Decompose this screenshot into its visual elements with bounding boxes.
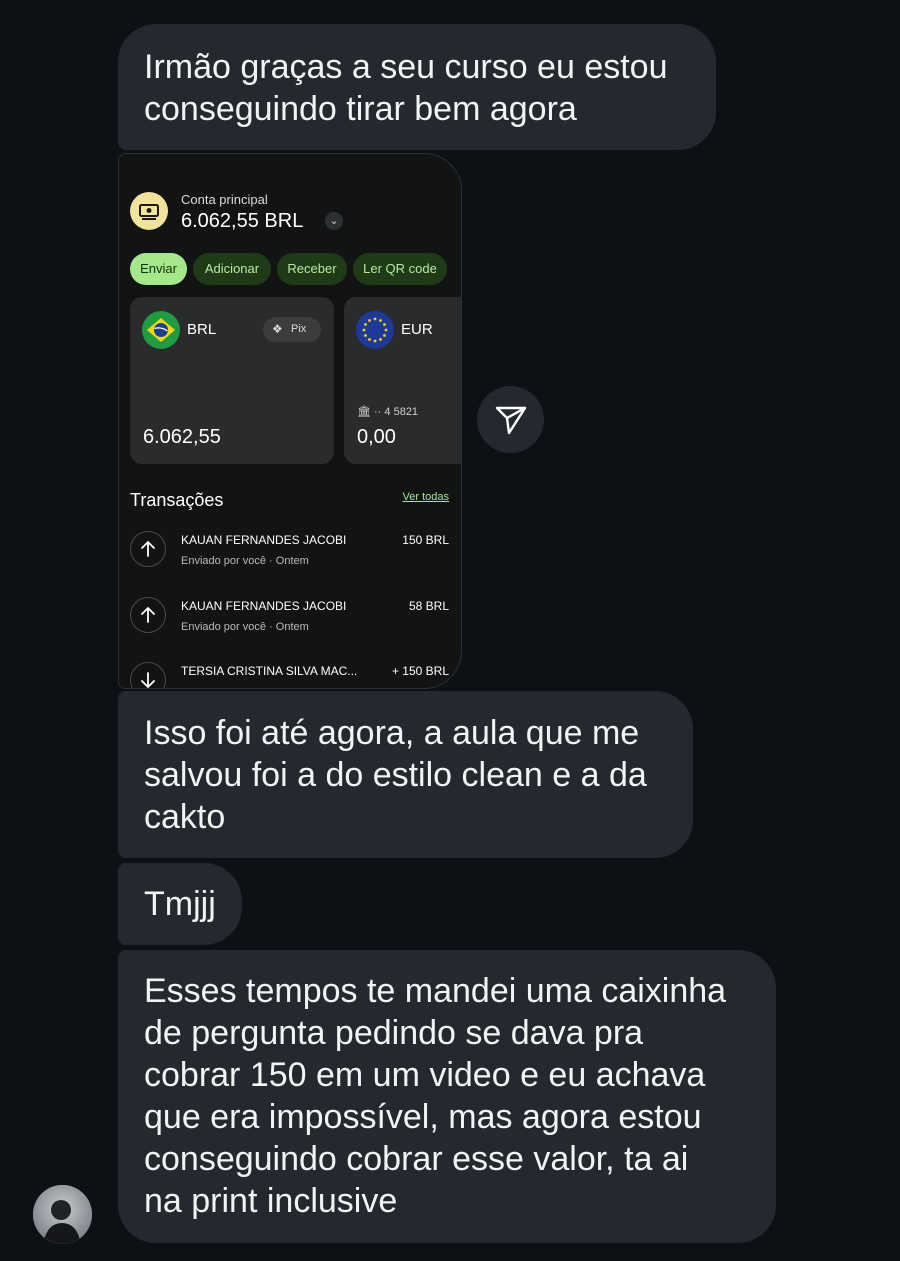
read-qr-button: Ler QR code (353, 253, 447, 285)
account-number: 🏛 ·· 4 5821 (357, 406, 419, 418)
message-bubble: Irmão graças a seu curso eu estou conseg… (118, 24, 716, 150)
send-button: Enviar (130, 253, 187, 285)
pix-badge: ❖ Pix (263, 317, 321, 342)
transaction-name: KAUAN FERNANDES JACOBI (181, 533, 347, 547)
currency-amount: 0,00 (357, 426, 396, 448)
eu-flag-icon (356, 311, 394, 349)
currency-code: BRL (187, 321, 217, 338)
shared-screenshot[interactable]: Conta principal 6.062,55 BRL ⌄ Enviar Ad… (118, 153, 462, 689)
transaction-amount: + 150 BRL (391, 664, 449, 678)
share-button[interactable] (477, 386, 544, 453)
transaction-name: KAUAN FERNANDES JACOBI (181, 599, 347, 613)
arrow-down-icon (130, 662, 166, 688)
transaction-row: KAUAN FERNANDES JACOBI Enviado por você … (119, 531, 461, 591)
arrow-up-icon (130, 531, 166, 567)
transactions-title: Transações (130, 490, 224, 510)
transaction-subtitle: Enviado por você · Ontem (181, 621, 309, 633)
account-balance: 6.062,55 BRL (181, 210, 304, 232)
account-label: Conta principal (181, 192, 268, 207)
transaction-name: TERSIA CRISTINA SILVA MAC... (181, 664, 358, 678)
transaction-row: TERSIA CRISTINA SILVA MAC... + 150 BRL (119, 662, 461, 688)
transaction-amount: 150 BRL (402, 533, 449, 547)
currency-amount: 6.062,55 (143, 426, 221, 448)
transaction-subtitle: Enviado por você · Ontem (181, 555, 309, 567)
cash-icon (130, 192, 168, 230)
message-bubble: Isso foi até agora, a aula que me salvou… (118, 691, 693, 858)
pix-label: Pix (291, 323, 307, 335)
transaction-row: KAUAN FERNANDES JACOBI Enviado por você … (119, 597, 461, 657)
message-bubble: Esses tempos te mandei uma caixinha de p… (118, 950, 776, 1243)
currency-card-eur: EUR 🏛 ·· 4 5821 0,00 (344, 297, 461, 464)
brazil-flag-icon (142, 311, 180, 349)
avatar[interactable] (33, 1185, 92, 1244)
receive-button: Receber (277, 253, 347, 285)
arrow-up-icon (130, 597, 166, 633)
chevron-down-icon: ⌄ (325, 212, 343, 230)
transaction-amount: 58 BRL (408, 599, 449, 613)
message-bubble: Tmjjj (118, 863, 242, 945)
add-button: Adicionar (193, 253, 271, 285)
see-all-link: Ver todas (402, 491, 449, 503)
pix-icon: ❖ (272, 322, 283, 336)
currency-card-brl: BRL ❖ Pix 6.062,55 (130, 297, 334, 464)
currency-code: EUR (401, 321, 433, 338)
